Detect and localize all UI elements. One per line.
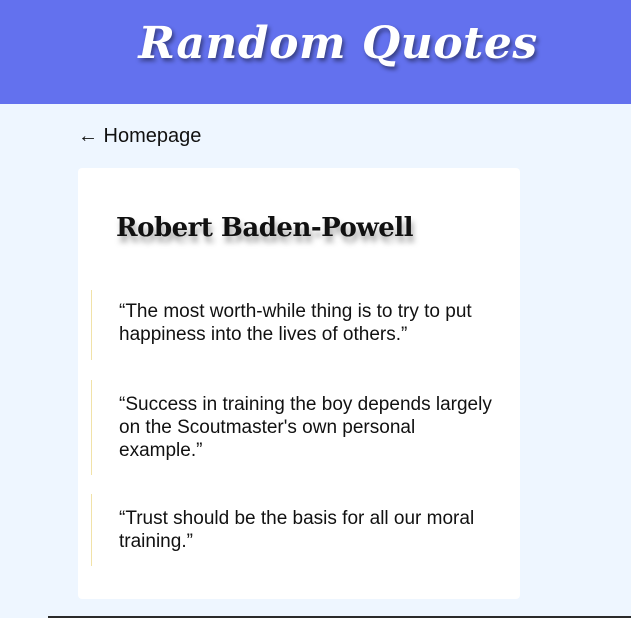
quote-item: “Success in training the boy depends lar…: [91, 380, 493, 475]
site-title: Random Quotes: [138, 18, 538, 69]
homepage-link[interactable]: ← Homepage: [78, 124, 201, 148]
quote-item: “The most worth-while thing is to try to…: [91, 290, 493, 360]
author-name: Robert Baden-Powell: [116, 213, 414, 243]
site-header: Random Quotes: [0, 0, 631, 104]
quote-card: Robert Baden-Powell “The most worth-whil…: [78, 168, 520, 599]
quote-item: “Trust should be the basis for all our m…: [91, 494, 493, 566]
